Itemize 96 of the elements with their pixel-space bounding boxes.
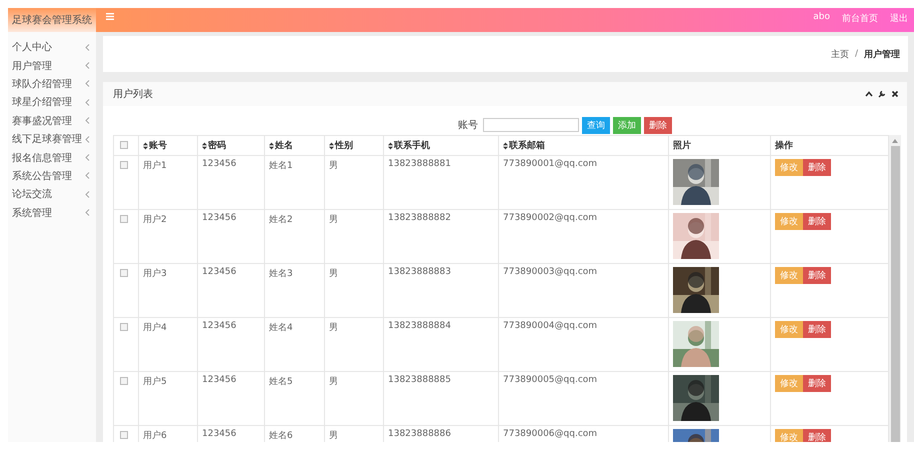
chevron-icon [85, 98, 90, 106]
sidebar-item[interactable]: 赛事盛况管理 [8, 112, 96, 130]
delete-button[interactable]: 删除 [803, 159, 831, 176]
table-cell: 姓名4 [269, 323, 293, 333]
checkbox[interactable] [120, 323, 128, 331]
table-cell: 123456 [202, 375, 236, 385]
sidebar-item[interactable]: 论坛交流 [8, 185, 96, 204]
table-cell: 773890002@qq.com [503, 213, 598, 223]
chevron-icon [85, 117, 90, 124]
column-header[interactable]: 性别 [335, 139, 353, 152]
header-link[interactable]: 前台首页 [842, 12, 878, 25]
table-cell: 773890003@qq.com [503, 267, 598, 277]
checkbox[interactable] [120, 431, 128, 439]
sidebar-item[interactable]: 用户管理 [8, 56, 96, 75]
table-cell: 123456 [202, 267, 236, 277]
scroll-up-icon[interactable] [892, 139, 898, 143]
sidebar-item[interactable]: 报名信息管理 [8, 148, 96, 167]
table-cell: 13823888883 [388, 267, 451, 277]
search-label: 账号 [458, 118, 478, 132]
chevron-icon [85, 209, 90, 216]
table-cell: 13823888881 [388, 159, 451, 169]
chevron-icon [85, 80, 90, 88]
column-header[interactable]: 联系邮箱 [509, 139, 545, 152]
checkbox[interactable] [120, 161, 128, 169]
table-cell: 男 [329, 161, 338, 171]
scrollbar[interactable] [889, 135, 901, 442]
sidebar-item[interactable]: 个人中心 [8, 38, 96, 56]
table-cell: 男 [329, 377, 338, 387]
sidebar-item[interactable]: 球队介绍管理 [8, 74, 96, 94]
table-cell: 123456 [202, 159, 236, 169]
column-header[interactable]: 密码 [208, 139, 226, 152]
table-cell: 男 [329, 323, 338, 333]
table-cell: 用户6 [143, 431, 167, 441]
header-link[interactable]: abo [813, 12, 830, 25]
chevron-icon [85, 136, 90, 143]
delete-button[interactable]: 删除 [803, 321, 831, 338]
checkbox[interactable] [120, 269, 128, 277]
column-header: 操作 [775, 141, 793, 151]
table-cell: 13823888882 [388, 213, 451, 223]
checkbox[interactable] [120, 215, 128, 223]
delete-button[interactable]: 删除 [803, 375, 831, 392]
sidebar-item[interactable]: 线下足球赛管理 [8, 130, 96, 148]
app-title: 足球赛会管理系统 [8, 8, 96, 32]
wrench-icon[interactable] [878, 90, 886, 98]
table-cell: 男 [329, 215, 338, 225]
checkbox[interactable] [120, 377, 128, 385]
query-button[interactable]: 查询 [582, 116, 610, 134]
delete-button[interactable]: 删除 [644, 116, 672, 134]
sidebar-item[interactable]: 球星介绍管理 [8, 93, 96, 112]
table-cell: 姓名2 [269, 215, 293, 225]
add-button[interactable]: 添加 [613, 116, 641, 134]
column-header[interactable]: 账号 [149, 139, 167, 152]
table-cell: 姓名5 [269, 377, 293, 387]
sidebar-item[interactable]: 系统管理 [8, 204, 96, 222]
close-icon[interactable] [891, 90, 899, 98]
table-cell: 13823888886 [388, 429, 451, 439]
breadcrumb-link[interactable]: 主页 [830, 48, 849, 60]
table-cell: 用户2 [143, 215, 167, 225]
table-cell: 773890006@qq.com [503, 429, 598, 439]
delete-button[interactable]: 删除 [803, 267, 831, 284]
table-cell: 773890001@qq.com [503, 159, 598, 169]
column-header[interactable]: 姓名 [275, 139, 293, 152]
menu-icon[interactable] [106, 13, 114, 20]
collapse-icon[interactable] [865, 90, 873, 98]
table-cell: 男 [329, 431, 338, 441]
delete-button[interactable]: 删除 [803, 213, 831, 230]
breadcrumb-separator: / [854, 49, 858, 59]
table-cell: 13823888885 [388, 375, 451, 385]
chevron-icon [85, 154, 90, 162]
checkbox[interactable] [120, 141, 128, 149]
table-cell: 用户4 [143, 323, 167, 333]
table-cell: 用户3 [143, 269, 167, 279]
table-cell: 用户1 [143, 161, 167, 171]
chevron-icon [85, 44, 90, 51]
scroll-thumb[interactable] [890, 146, 900, 442]
table-cell: 123456 [202, 429, 236, 439]
panel-title: 用户列表 [113, 88, 153, 101]
chevron-icon [85, 62, 90, 70]
table-cell: 123456 [202, 213, 236, 223]
table-cell: 123456 [202, 321, 236, 331]
search-field[interactable] [483, 118, 579, 132]
table-cell: 姓名6 [269, 431, 293, 441]
sidebar-item[interactable]: 系统公告管理 [8, 166, 96, 186]
table-cell: 773890004@qq.com [503, 321, 598, 331]
table-cell: 773890005@qq.com [503, 375, 598, 385]
table-cell: 姓名1 [269, 161, 293, 171]
table-cell: 姓名3 [269, 269, 293, 279]
column-header: 照片 [673, 141, 691, 151]
header-link[interactable]: 退出 [890, 12, 908, 25]
table-cell: 用户5 [143, 377, 167, 387]
table-cell: 男 [329, 269, 338, 279]
delete-button[interactable]: 删除 [803, 429, 831, 442]
breadcrumb-current: 用户管理 [864, 48, 900, 60]
table-cell: 13823888884 [388, 321, 451, 331]
chevron-icon [85, 172, 90, 180]
chevron-icon [85, 190, 90, 198]
